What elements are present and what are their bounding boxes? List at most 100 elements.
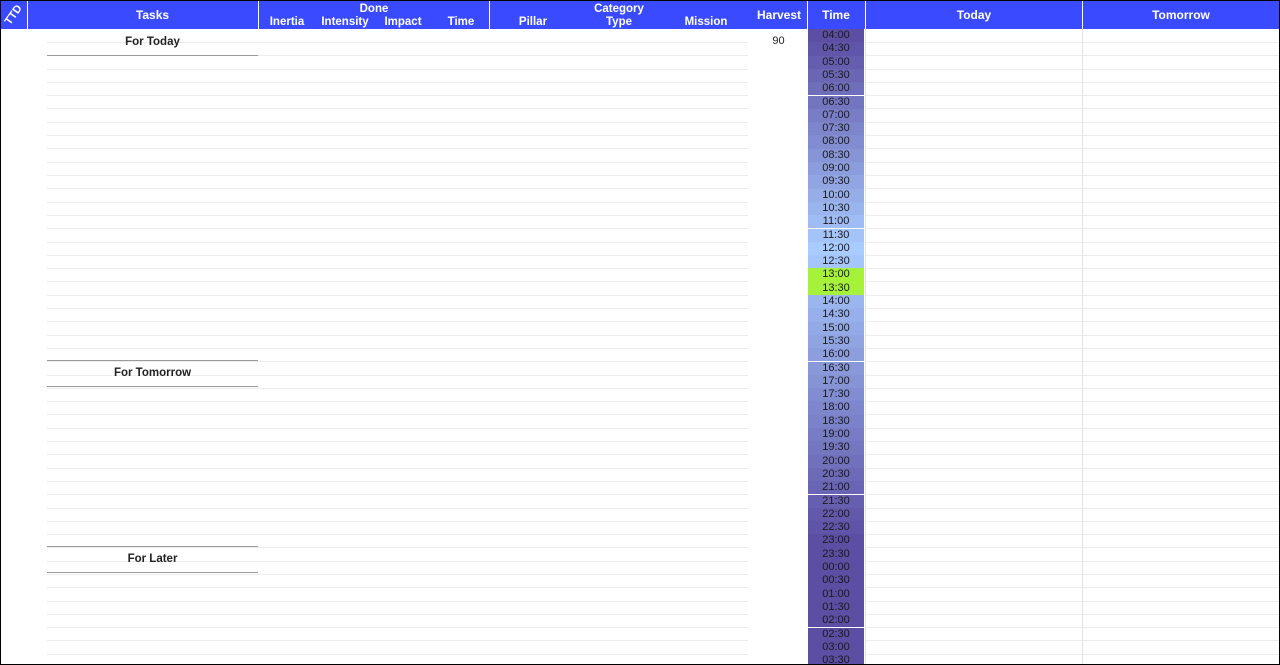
grid-row-line — [47, 640, 748, 641]
time-slot[interactable]: 09:00 — [808, 162, 864, 176]
time-slot[interactable]: 20:30 — [808, 467, 864, 482]
grid-row-line — [866, 162, 1279, 163]
section-divider — [47, 546, 258, 547]
grid-row-line — [866, 188, 1279, 189]
tasks-header[interactable]: Tasks — [47, 1, 258, 29]
time-slot[interactable]: 03:30 — [808, 654, 864, 664]
time-slot[interactable]: 16:00 — [808, 348, 864, 362]
intensity-header[interactable]: Intensity — [317, 16, 373, 28]
grid-row-line — [47, 281, 748, 282]
grid-row-line — [47, 69, 748, 70]
planner-sheet: TTD Tasks Done Inertia Intensity Impact … — [0, 0, 1280, 665]
category-header[interactable]: Category — [490, 3, 748, 15]
time-slot[interactable]: 02:30 — [808, 627, 864, 641]
time-slot[interactable]: 06:00 — [808, 82, 864, 96]
grid-row-line — [866, 361, 1279, 362]
mission-header[interactable]: Mission — [681, 16, 731, 28]
grid-row-line — [866, 82, 1279, 83]
time-slot[interactable]: 00:00 — [808, 561, 864, 575]
grid-row-line — [47, 122, 748, 123]
grid-row-line — [47, 654, 748, 655]
pillar-header[interactable]: Pillar — [511, 16, 555, 28]
time-slot[interactable]: 22:30 — [808, 521, 864, 535]
grid-row-line — [47, 468, 748, 469]
grid-row-line — [47, 574, 748, 575]
grid-row-line — [47, 614, 748, 615]
today-header[interactable]: Today — [866, 1, 1082, 29]
time-slot[interactable]: 22:00 — [808, 507, 864, 522]
time-slot[interactable]: 17:30 — [808, 388, 864, 402]
header-divider — [27, 1, 28, 29]
time-slot[interactable]: 12:30 — [808, 255, 864, 269]
time-slot[interactable]: 07:00 — [808, 108, 864, 123]
time-slot[interactable]: 08:30 — [808, 148, 864, 162]
type-header[interactable]: Type — [599, 16, 639, 28]
time-slot[interactable]: 15:30 — [808, 334, 864, 349]
time-slot[interactable]: 17:00 — [808, 374, 864, 389]
grid-row-line — [866, 95, 1279, 96]
time-slot[interactable]: 16:30 — [808, 361, 864, 375]
grid-row-line — [47, 321, 748, 322]
grid-row-line — [47, 441, 748, 442]
time-slot[interactable]: 09:30 — [808, 175, 864, 189]
time-slot[interactable]: 23:30 — [808, 547, 864, 561]
grid-row-line — [47, 388, 748, 389]
grid-row-line — [866, 401, 1279, 402]
time-slot[interactable]: 12:00 — [808, 241, 864, 256]
grid-row-line — [866, 414, 1279, 415]
done-header[interactable]: Done — [259, 3, 489, 15]
time-slot[interactable]: 10:00 — [808, 188, 864, 202]
ttd-header[interactable]: TTD — [1, 1, 27, 29]
grid-row-line — [866, 295, 1279, 296]
time-slot[interactable]: 11:30 — [808, 228, 864, 242]
time-slot[interactable]: 05:30 — [808, 68, 864, 83]
grid-row-line — [866, 348, 1279, 349]
time-slot[interactable]: 08:00 — [808, 135, 864, 149]
time-header[interactable]: Time — [808, 1, 864, 29]
time-slot[interactable]: 07:30 — [808, 122, 864, 136]
time-slot[interactable]: 14:00 — [808, 295, 864, 309]
time-slot[interactable]: 21:30 — [808, 494, 864, 508]
time-slot[interactable]: 01:00 — [808, 587, 864, 601]
time-slot[interactable]: 05:00 — [808, 55, 864, 69]
time-slot[interactable]: 04:30 — [808, 42, 864, 56]
time-slot[interactable]: 13:30 — [808, 281, 864, 295]
time-slot[interactable]: 01:30 — [808, 600, 864, 615]
tomorrow-header[interactable]: Tomorrow — [1083, 1, 1279, 29]
grid-row-line — [47, 95, 748, 96]
time-slot[interactable]: 06:30 — [808, 95, 864, 109]
time-slot[interactable]: 23:00 — [808, 534, 864, 548]
grid-row-line — [866, 268, 1279, 269]
grid-row-line — [47, 135, 748, 136]
time-slot[interactable]: 02:00 — [808, 614, 864, 628]
time-slot[interactable]: 15:00 — [808, 321, 864, 335]
time-slot[interactable]: 20:00 — [808, 454, 864, 468]
grid-row-line — [47, 601, 748, 602]
time-slot[interactable]: 03:00 — [808, 640, 864, 655]
time-slot[interactable]: 10:30 — [808, 201, 864, 216]
grid-row-line — [866, 428, 1279, 429]
time-slot[interactable]: 19:00 — [808, 428, 864, 442]
time-slot[interactable]: 13:00 — [808, 268, 864, 282]
time-slot[interactable]: 21:00 — [808, 481, 864, 495]
grid-row-line — [866, 375, 1279, 376]
grid-row-line — [866, 468, 1279, 469]
harvest-header[interactable]: Harvest — [752, 1, 806, 29]
grid-row-line — [47, 108, 748, 109]
grid-row-line — [47, 175, 748, 176]
grid-row-line — [866, 122, 1279, 123]
time-slot[interactable]: 18:30 — [808, 414, 864, 428]
done-time-header[interactable]: Time — [441, 16, 481, 28]
time-slot[interactable]: 14:30 — [808, 308, 864, 322]
section-for-today: For Today — [125, 36, 180, 48]
grid-row-line — [866, 521, 1279, 522]
impact-header[interactable]: Impact — [379, 16, 427, 28]
grid-row-line — [47, 361, 748, 362]
grid-row-line — [866, 69, 1279, 70]
inertia-header[interactable]: Inertia — [263, 16, 311, 28]
time-slot[interactable]: 11:00 — [808, 215, 864, 229]
time-slot[interactable]: 18:00 — [808, 401, 864, 415]
time-slot[interactable]: 19:30 — [808, 441, 864, 455]
time-slot[interactable]: 00:30 — [808, 574, 864, 588]
time-slot[interactable]: 04:00 — [808, 29, 864, 43]
